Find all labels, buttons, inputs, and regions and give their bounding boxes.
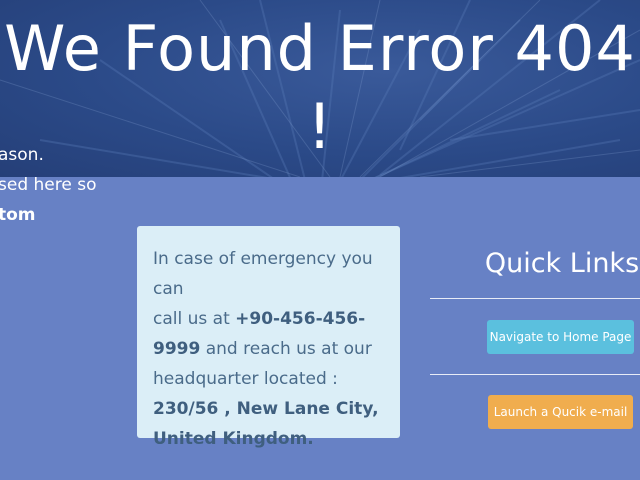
home-page-button[interactable]: Navigate to Home Page <box>487 320 634 354</box>
phone-number-end: 9999 <box>153 339 201 359</box>
address-line: 230/56 , New Lane City, <box>153 399 379 419</box>
card-line: 9999 and reach us at our <box>153 334 384 364</box>
left-text-line: tom <box>0 205 36 225</box>
phone-number: +90-456-456- <box>235 309 366 329</box>
quick-email-button[interactable]: Launch a Qucik e-mail <box>488 395 633 429</box>
left-text-line: sed here so <box>0 175 97 195</box>
card-text: and reach us at our <box>200 339 372 359</box>
divider <box>430 374 640 375</box>
card-line: call us at +90-456-456- <box>153 304 384 334</box>
card-text: call us at <box>153 309 236 329</box>
quick-links-title: Quick Links <box>484 248 640 279</box>
divider <box>430 298 640 299</box>
left-text-line: ason. <box>0 145 44 165</box>
card-line: In case of emergency you can <box>153 249 373 299</box>
left-text-fragment: ason. sed here so tom <box>0 140 96 230</box>
emergency-contact-card: In case of emergency you can call us at … <box>137 226 400 449</box>
address-line: United Kingdom. <box>153 429 314 449</box>
card-line: headquarter located : <box>153 369 338 389</box>
